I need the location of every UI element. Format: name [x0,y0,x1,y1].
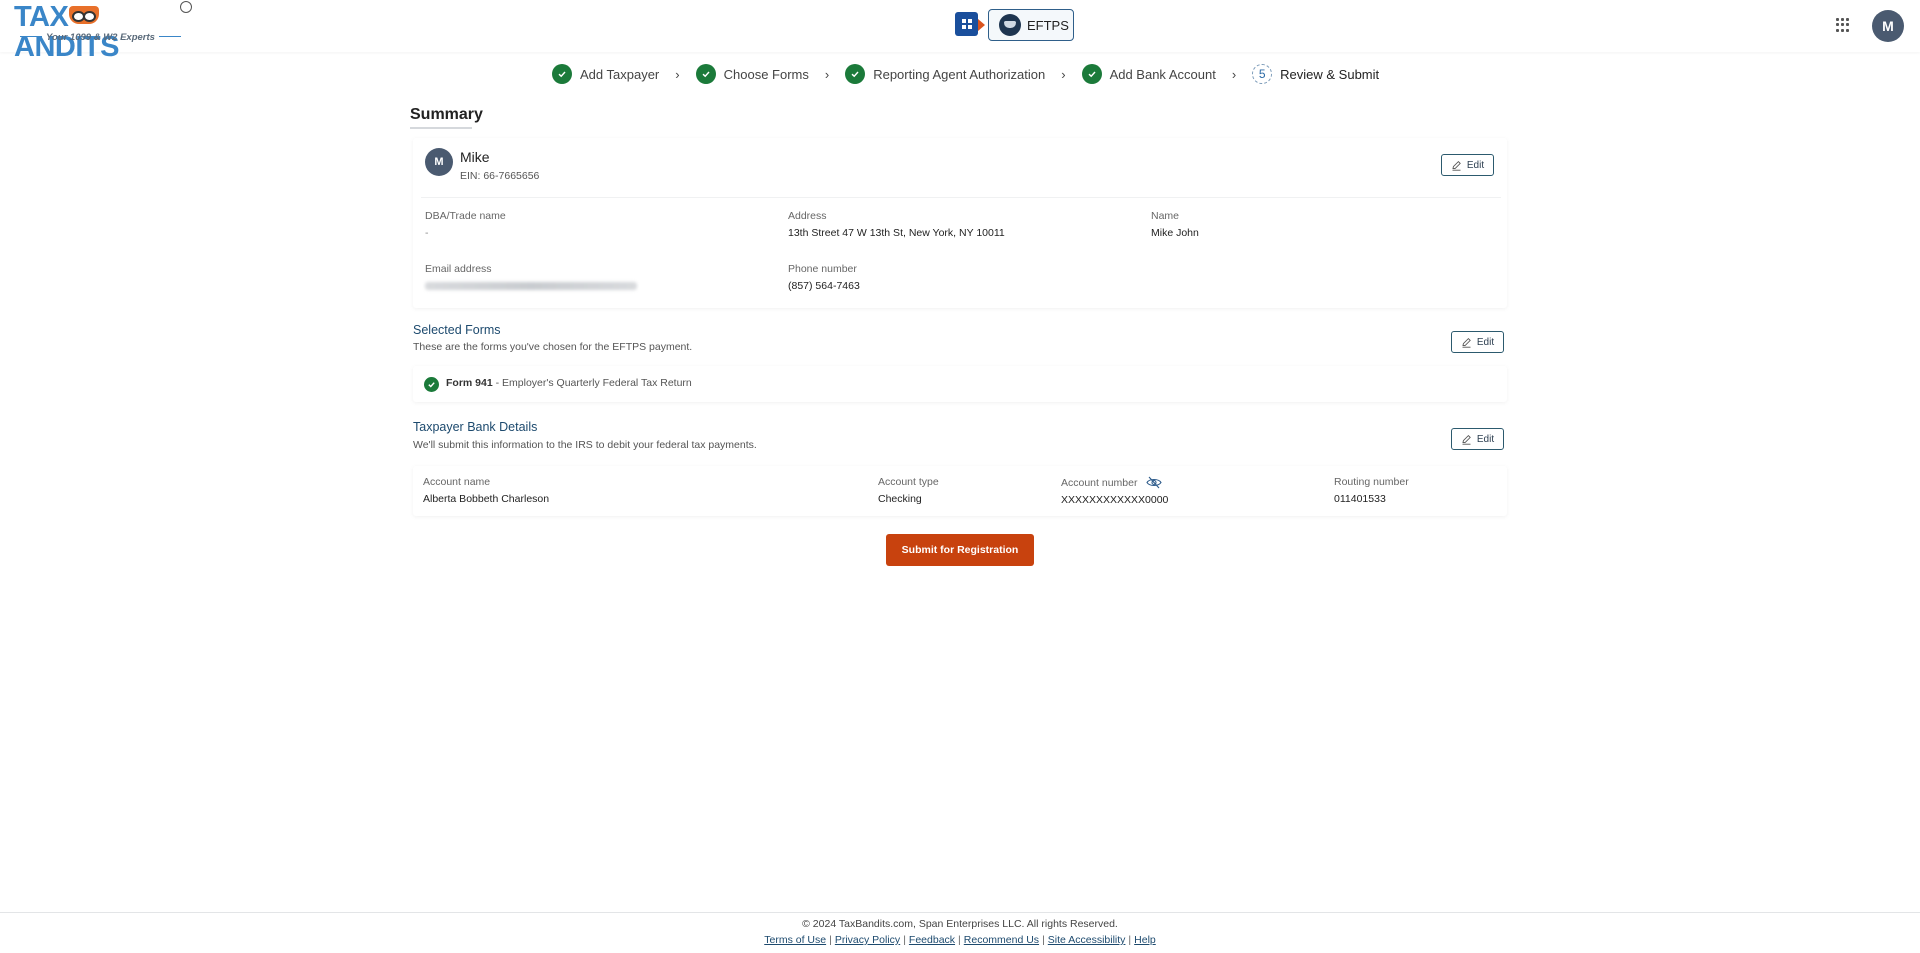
eftps-logo-icon [999,14,1021,36]
email-value-blurred [425,282,637,290]
check-circle-icon [1081,64,1102,84]
footer-link-terms[interactable]: Terms of Use [764,934,826,946]
footer-link-recommend[interactable]: Recommend Us [964,934,1039,946]
user-avatar[interactable]: M [1872,10,1904,42]
taxpayer-ein: EIN: 66-7665656 [460,170,540,182]
step-reporting-agent-authorization[interactable]: Reporting Agent Authorization [845,64,1045,84]
footer-link-accessibility[interactable]: Site Accessibility [1048,934,1126,946]
app-switch-button[interactable] [955,12,978,36]
check-circle-icon [424,377,439,392]
chevron-right-icon: › [675,66,680,82]
taxbandits-logo[interactable]: TAXANDITS Your 1099 & W2 Experts [14,1,194,62]
bank-details-subtitle: We'll submit this information to the IRS… [413,439,757,451]
footer-link-help[interactable]: Help [1134,934,1156,946]
edit-forms-button[interactable]: Edit [1451,331,1504,353]
eye-slash-icon[interactable] [1146,476,1163,489]
submit-for-registration-button[interactable]: Submit for Registration [886,534,1034,566]
apps-grid-icon[interactable] [1836,18,1850,32]
step-choose-forms[interactable]: Choose Forms [695,64,809,84]
address-field: Address 13th Street 47 W 13th St, New Yo… [788,210,1005,239]
owl-mascot-icon [69,6,100,24]
edit-bank-button[interactable]: Edit [1451,428,1504,450]
step-add-taxpayer[interactable]: Add Taxpayer [552,64,659,84]
chevron-right-icon: › [824,66,830,82]
eftps-product-button[interactable]: EFTPS [988,9,1074,41]
account-type-field: Account type Checking [878,476,939,505]
app-switch-icon [961,19,972,29]
selected-forms-subtitle: These are the forms you've chosen for th… [413,341,693,353]
footer-links: Terms of Use | Privacy Policy | Feedback | Rec… [764,934,1156,946]
step-number-badge: 5 [1252,64,1273,84]
chevron-right-icon: › [1231,66,1237,82]
phone-field: Phone number (857) 564-7463 [788,263,860,292]
footer-link-feedback[interactable]: Feedback [909,934,955,946]
trademark-icon [180,1,192,13]
taxpayer-name: Mike [460,149,490,165]
bank-details-title: Taxpayer Bank Details [413,420,538,434]
footer-link-privacy[interactable]: Privacy Policy [835,934,900,946]
check-circle-icon [695,64,716,84]
account-name-field: Account name Alberta Bobbeth Charleson [423,476,550,505]
arrow-right-icon [978,19,985,31]
account-number-field: Account number XXXXXXXXXXXX0000 [1061,476,1169,506]
routing-number-field: Routing number 011401533 [1334,476,1409,505]
form-description: Form 941 - Employer's Quarterly Federal … [446,377,692,389]
eftps-label: EFTPS [1027,17,1069,33]
step-add-bank-account[interactable]: Add Bank Account [1081,64,1216,84]
step-review-submit: 5 Review & Submit [1252,64,1379,84]
check-circle-icon [845,64,866,84]
progress-stepper: Add Taxpayer › Choose Forms › Reporting … [552,64,1379,84]
copyright-text: © 2024 TaxBandits.com, Span Enterprises … [802,918,1118,930]
dba-field: DBA/Trade name - [425,210,506,239]
summary-title: Summary [410,106,483,123]
pencil-icon [1462,434,1471,445]
top-header: TAXANDITS Your 1099 & W2 Experts EFTPS M [0,0,1920,62]
taxpayer-avatar: M [425,148,453,176]
logo-tagline: Your 1099 & W2 Experts [16,32,185,43]
summary-title-underline [410,127,472,129]
name-field: Name Mike John [1151,210,1199,239]
check-circle-icon [552,64,572,84]
divider [421,197,1501,198]
selected-forms-title: Selected Forms [413,323,501,337]
selected-form-item: Form 941 - Employer's Quarterly Federal … [413,366,1507,402]
email-field: Email address [425,263,637,295]
taxpayer-card: M Mike EIN: 66-7665656 Edit DBA/Trade na… [413,138,1507,308]
bank-details-card: Account name Alberta Bobbeth Charleson A… [413,466,1507,516]
chevron-right-icon: › [1061,66,1066,82]
pencil-icon [1452,160,1461,171]
pencil-icon [1462,337,1471,348]
footer: © 2024 TaxBandits.com, Span Enterprises … [0,912,1920,953]
edit-taxpayer-button[interactable]: Edit [1441,154,1494,176]
